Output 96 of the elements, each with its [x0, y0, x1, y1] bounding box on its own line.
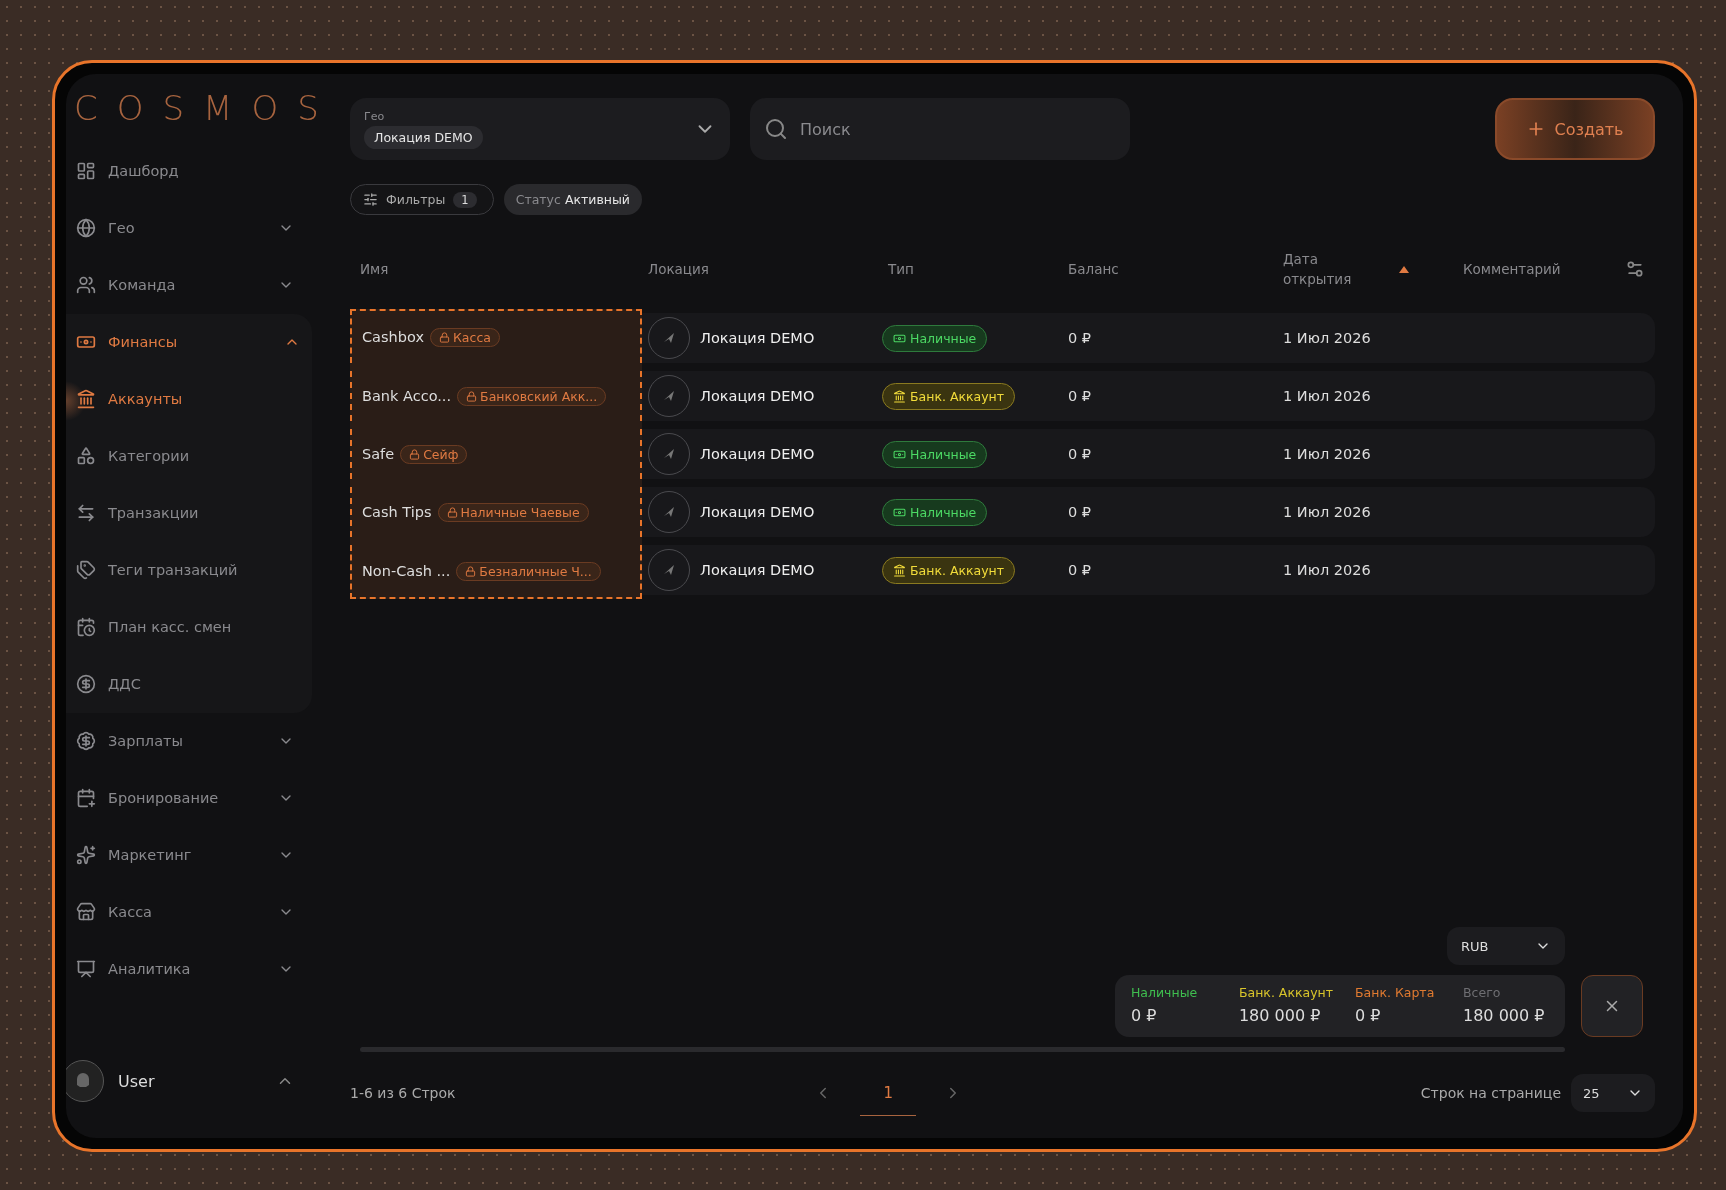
nav-subitem[interactable]: Аккаунты [66, 370, 312, 428]
summary-label: Банк. Карта [1355, 985, 1436, 1000]
tag: Сейф [400, 444, 468, 464]
search-input[interactable]: Поиск [798, 118, 1116, 140]
table-cell-text: 1 Июл 2026 [1282, 330, 1372, 346]
nav-item[interactable]: Аналитика [66, 940, 306, 998]
search-icon [764, 117, 788, 141]
column-header[interactable]: Локация [648, 259, 709, 279]
table-cell-text: 0 ₽ [1067, 388, 1093, 404]
rows-per-page-select[interactable]: 25 [1571, 1074, 1655, 1112]
type-badge: Наличные [882, 440, 988, 468]
bank-icon [76, 389, 96, 410]
rows-range: 1-6 из 6 Строк [350, 1085, 456, 1101]
search-field[interactable]: Поиск [750, 98, 1130, 160]
logo: COSMOS [74, 88, 338, 129]
name-cell[interactable]: Cashbox Касса [350, 309, 642, 363]
nav-subitem[interactable]: ДДС [66, 655, 312, 713]
tag: Наличные Чаевые [437, 502, 589, 522]
nav-item[interactable]: Дашборд [66, 142, 306, 200]
sliders-icon [363, 192, 378, 207]
close-button[interactable] [1581, 975, 1643, 1037]
column-header[interactable]: Имя [360, 259, 389, 279]
type-badge: Банк. Аккаунт [882, 556, 1016, 584]
table-cell-text: 1 Июл 2026 [1282, 446, 1372, 462]
column-settings-icon[interactable] [1625, 259, 1645, 279]
nav-item[interactable]: Финансы [66, 313, 312, 371]
column-header[interactable]: Баланс [1068, 259, 1119, 279]
summary-label: Банк. Аккаунт [1238, 985, 1333, 1000]
table-cell: Cashbox [362, 329, 424, 345]
table-cell: Bank Acco... [362, 388, 452, 404]
column-header[interactable]: Комментарий [1463, 259, 1561, 279]
lock-icon [438, 331, 450, 343]
lock-icon [466, 390, 478, 402]
filters-button[interactable]: Фильтры 1 [350, 184, 494, 215]
summary-label: Наличные [1130, 985, 1199, 1000]
nav-subitem[interactable]: Теги транзакций [66, 541, 312, 599]
count-badge: 1 [453, 191, 477, 208]
column-header[interactable]: Тип [888, 259, 914, 279]
tag: Безналичные Ч... [456, 561, 601, 581]
tag: Касса [429, 327, 500, 347]
nav-subitem[interactable]: План касс. смен [66, 598, 312, 656]
table-cell-text: 0 ₽ [1067, 504, 1093, 520]
summary-value: 180 000 ₽ [1463, 1006, 1546, 1025]
arrows-icon [76, 503, 96, 524]
dollar-icon [76, 731, 96, 752]
table-cell-text: 1 Июл 2026 [1282, 504, 1372, 520]
table-cell: Non-Cash ... [362, 563, 451, 579]
nav-item[interactable]: Бронирование [66, 769, 306, 827]
nav-item[interactable]: Зарплаты [66, 712, 306, 770]
column-header[interactable]: Дата открытия [1283, 249, 1353, 289]
shapes-icon [76, 446, 96, 467]
table-cell: Локация DEMO [700, 562, 815, 578]
table-cell-text: 0 ₽ [1067, 562, 1093, 578]
user-menu[interactable]: User [66, 1044, 306, 1138]
page-button[interactable]: 1 [860, 1070, 917, 1116]
dollar-icon [76, 674, 96, 695]
nav-item[interactable]: Команда [66, 256, 306, 314]
table-cell: Локация DEMO [700, 504, 815, 520]
table-cell-text: 0 ₽ [1067, 330, 1093, 346]
table-cell: Cash Tips [362, 504, 432, 520]
rows-per-page-label: Строк на странице [1420, 1085, 1561, 1101]
type-badge: Банк. Аккаунт [882, 382, 1016, 410]
tags-icon [76, 560, 96, 581]
presentation-icon [76, 959, 96, 980]
dashboard-icon [76, 161, 96, 182]
calendar-icon [76, 617, 96, 638]
nav-item[interactable]: Маркетинг [66, 826, 306, 884]
table-cell-text: 1 Июл 2026 [1282, 388, 1372, 404]
summary-label: Всего [1463, 985, 1502, 1000]
globe-icon [76, 218, 96, 239]
nav-item[interactable]: Касса [66, 883, 306, 941]
nav-subitem[interactable]: Категории [66, 427, 312, 485]
currency-select[interactable]: RUB [1447, 927, 1565, 965]
summary-value: 0 ₽ [1355, 1006, 1382, 1025]
geo-select[interactable]: Гео Локация DEMO [350, 98, 730, 160]
summary-value: 180 000 ₽ [1238, 1006, 1322, 1025]
type-badge: Наличные [882, 324, 988, 352]
table-cell: Локация DEMO [700, 446, 815, 462]
create-button[interactable]: Создать [1495, 98, 1655, 160]
nav-item[interactable]: Гео [66, 199, 306, 257]
lock-icon [465, 565, 477, 577]
avatar-icon [66, 1060, 104, 1102]
summary-value: 0 ₽ [1130, 1006, 1158, 1025]
type-badge: Наличные [882, 498, 988, 526]
table-cell: Локация DEMO [700, 330, 815, 346]
table-cell: Локация DEMO [700, 388, 815, 404]
table-cell-text: 0 ₽ [1067, 446, 1093, 462]
tag: Банковский Акк... [457, 386, 607, 406]
nav-subitem[interactable]: Транзакции [66, 484, 312, 542]
lock-icon [409, 448, 421, 460]
table-cell-text: 1 Июл 2026 [1282, 562, 1372, 578]
table-cell: Safe [362, 446, 395, 462]
calendar-plus-icon [76, 788, 96, 809]
users-icon [76, 275, 96, 296]
lock-icon [446, 506, 458, 518]
status-filter-chip[interactable]: Статус Активный [503, 184, 642, 215]
